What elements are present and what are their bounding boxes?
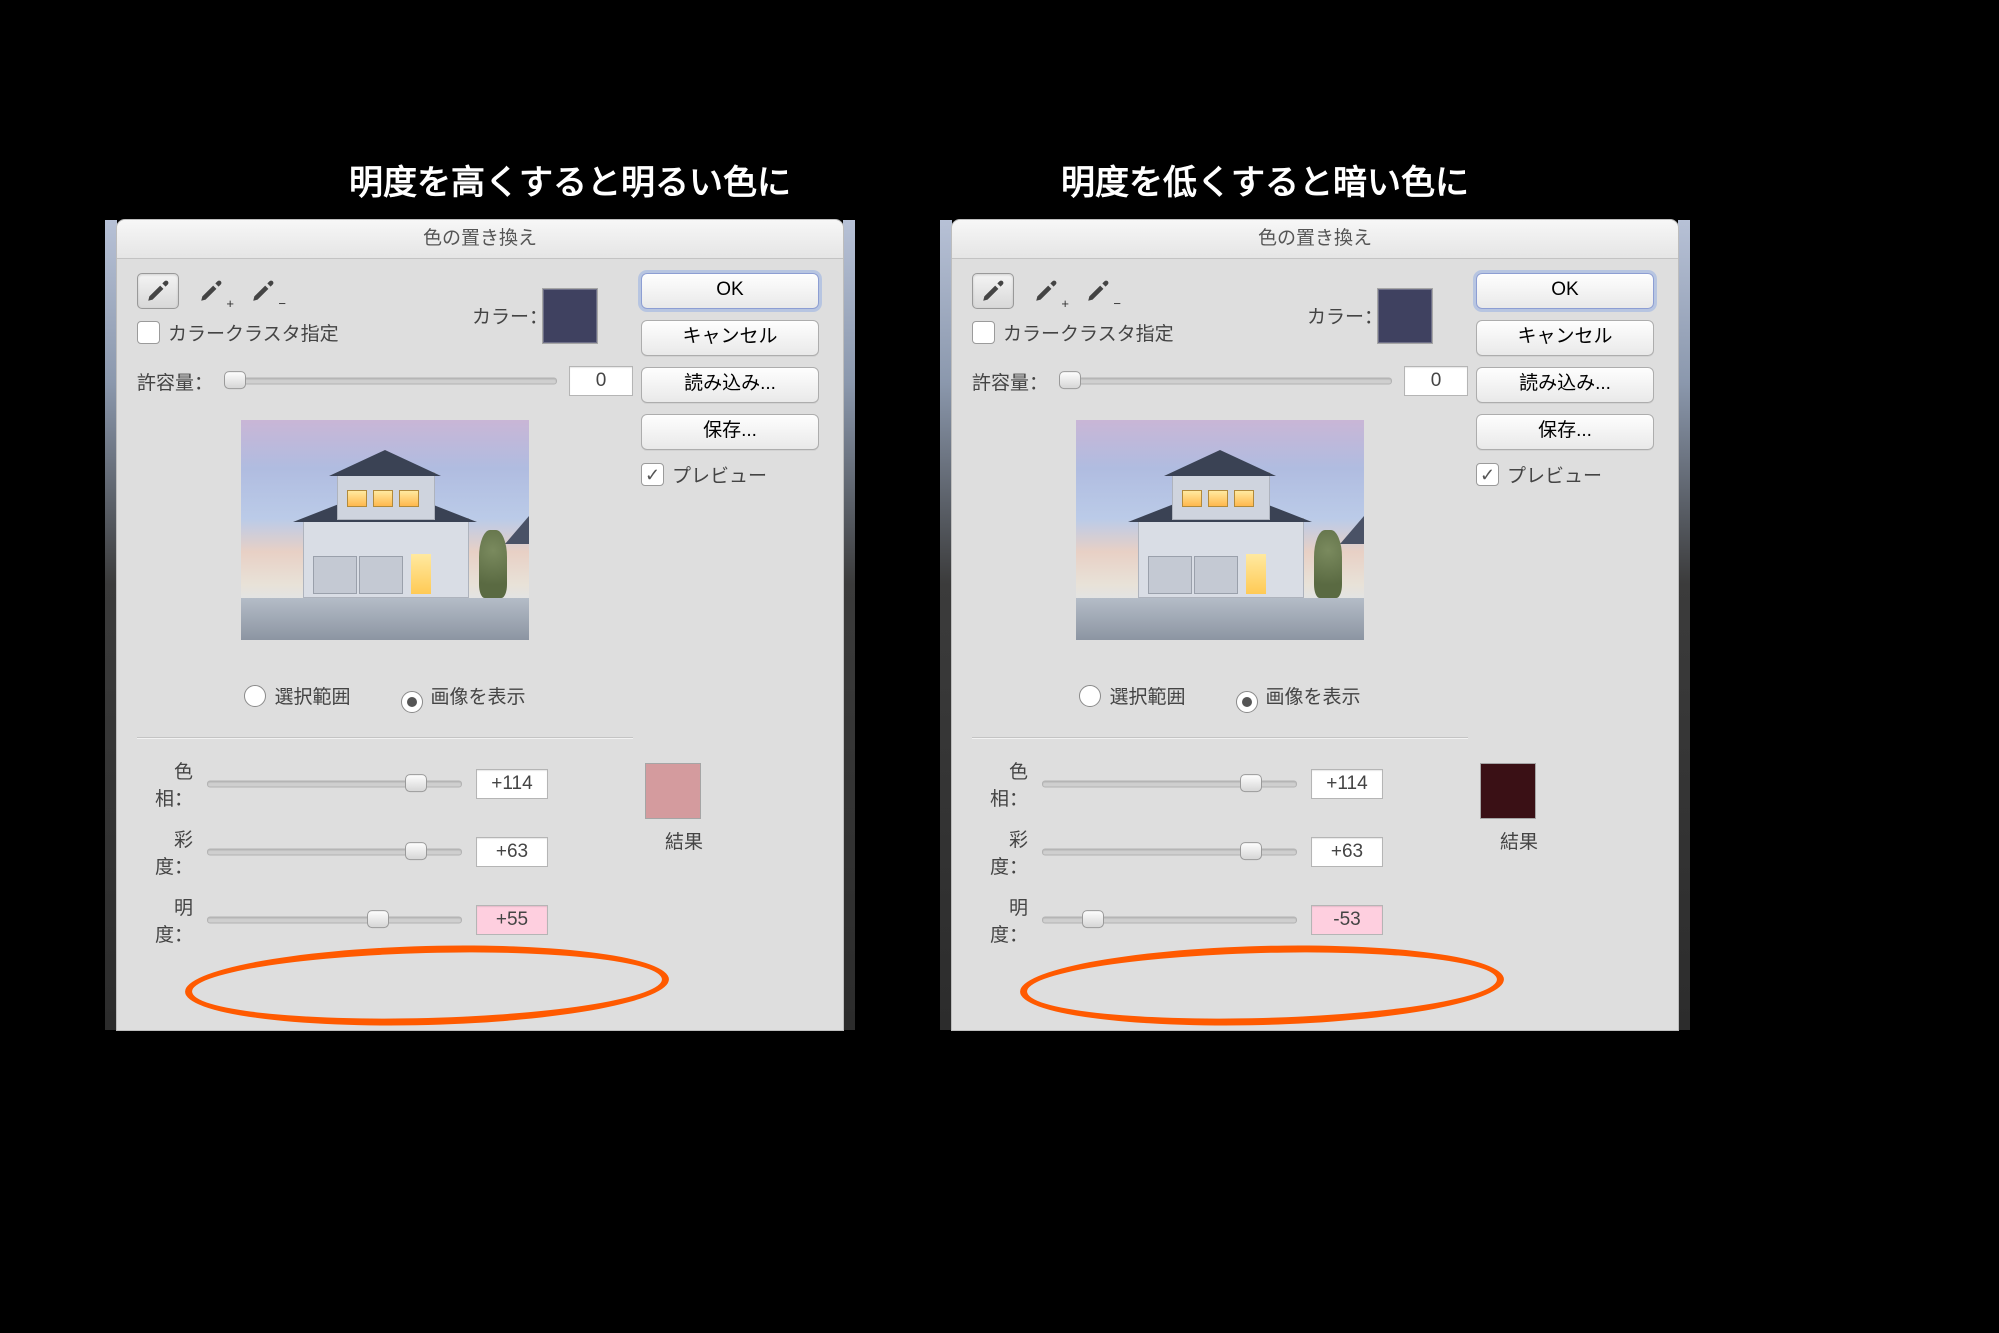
load-button[interactable]: 読み込み...: [1476, 367, 1654, 403]
result-label: 結果: [1500, 827, 1538, 854]
hue-input[interactable]: +114: [1311, 769, 1383, 799]
separator: [137, 737, 633, 739]
separator: [972, 737, 1468, 739]
preview-label: プレビュー: [672, 461, 767, 488]
eyedropper-add-tool[interactable]: +: [1026, 274, 1066, 308]
tolerance-label: 許容量：: [137, 368, 213, 395]
lightness-slider[interactable]: [1042, 910, 1297, 930]
eyedropper-subtract-tool[interactable]: −: [1078, 274, 1118, 308]
eyedropper-icon: [145, 278, 171, 304]
preview-checkbox[interactable]: [641, 463, 664, 486]
panel-lower-lightness: 色の置き換え + − カラー：: [940, 220, 1690, 1030]
eyedropper-minus-icon: [250, 278, 276, 304]
eyedropper-subtract-tool[interactable]: −: [243, 274, 283, 308]
replace-color-dialog: 色の置き換え + − カラー：: [952, 220, 1678, 1030]
preview-thumbnail: [241, 420, 529, 640]
load-button[interactable]: 読み込み...: [641, 367, 819, 403]
tolerance-input[interactable]: 0: [569, 366, 633, 396]
saturation-slider[interactable]: [1042, 842, 1297, 862]
color-cluster-label: カラークラスタ指定: [168, 319, 339, 346]
radio-show-image[interactable]: 画像を表示: [1236, 682, 1361, 713]
caption-left: 明度を高くすると明るい色に: [280, 155, 860, 204]
tolerance-label: 許容量：: [972, 368, 1048, 395]
preview-label: プレビュー: [1507, 461, 1602, 488]
tolerance-input[interactable]: 0: [1404, 366, 1468, 396]
color-label: カラー：: [1307, 302, 1383, 329]
radio-selection-range[interactable]: 選択範囲: [1079, 682, 1185, 713]
preview-thumbnail: [1076, 420, 1364, 640]
save-button[interactable]: 保存...: [641, 414, 819, 450]
lightness-label: 明度：: [137, 893, 193, 947]
eyedropper-add-tool[interactable]: +: [191, 274, 231, 308]
hue-slider[interactable]: [1042, 774, 1297, 794]
color-cluster-checkbox[interactable]: [972, 321, 995, 344]
lightness-slider[interactable]: [207, 910, 462, 930]
result-label: 結果: [665, 827, 703, 854]
lightness-input[interactable]: +55: [476, 905, 548, 935]
caption-right: 明度を低くすると暗い色に: [975, 155, 1555, 204]
color-cluster-checkbox[interactable]: [137, 321, 160, 344]
saturation-label: 彩度：: [137, 825, 193, 879]
eyedropper-tool[interactable]: [972, 273, 1014, 309]
cancel-button[interactable]: キャンセル: [1476, 320, 1654, 356]
hue-input[interactable]: +114: [476, 769, 548, 799]
dialog-title: 色の置き換え: [117, 220, 843, 259]
preview-checkbox[interactable]: [1476, 463, 1499, 486]
lightness-label: 明度：: [972, 893, 1028, 947]
hue-label: 色相：: [137, 757, 193, 811]
color-cluster-label: カラークラスタ指定: [1003, 319, 1174, 346]
ok-button[interactable]: OK: [641, 273, 819, 309]
panel-higher-lightness: 色の置き換え + − カラー：: [105, 220, 855, 1030]
eyedropper-icon: [980, 278, 1006, 304]
tolerance-slider[interactable]: [1060, 371, 1392, 391]
ok-button[interactable]: OK: [1476, 273, 1654, 309]
hue-label: 色相：: [972, 757, 1028, 811]
save-button[interactable]: 保存...: [1476, 414, 1654, 450]
eyedropper-tool[interactable]: [137, 273, 179, 309]
result-color-swatch[interactable]: [1480, 763, 1536, 819]
result-color-swatch[interactable]: [645, 763, 701, 819]
source-color-swatch[interactable]: [1377, 288, 1433, 344]
source-color-swatch[interactable]: [542, 288, 598, 344]
dialog-title: 色の置き換え: [952, 220, 1678, 259]
radio-show-image[interactable]: 画像を表示: [401, 682, 526, 713]
hue-slider[interactable]: [207, 774, 462, 794]
replace-color-dialog: 色の置き換え + − カラー：: [117, 220, 843, 1030]
saturation-label: 彩度：: [972, 825, 1028, 879]
saturation-slider[interactable]: [207, 842, 462, 862]
color-label: カラー：: [472, 302, 548, 329]
tolerance-slider[interactable]: [225, 371, 557, 391]
saturation-input[interactable]: +63: [1311, 837, 1383, 867]
cancel-button[interactable]: キャンセル: [641, 320, 819, 356]
eyedropper-plus-icon: [1033, 278, 1059, 304]
radio-selection-range[interactable]: 選択範囲: [244, 682, 350, 713]
eyedropper-minus-icon: [1085, 278, 1111, 304]
lightness-input[interactable]: -53: [1311, 905, 1383, 935]
saturation-input[interactable]: +63: [476, 837, 548, 867]
eyedropper-plus-icon: [198, 278, 224, 304]
